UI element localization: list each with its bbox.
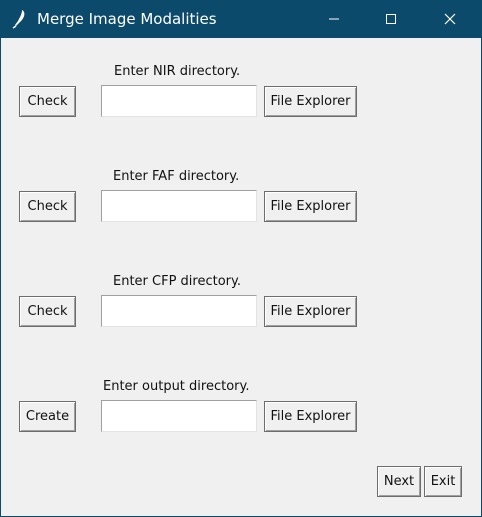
close-button[interactable] — [427, 0, 473, 38]
faf-file-explorer-button[interactable]: File Explorer — [264, 191, 357, 222]
exit-button[interactable]: Exit — [424, 466, 462, 497]
nir-file-explorer-button[interactable]: File Explorer — [264, 86, 357, 117]
app-window: Merge Image Modalities Enter NIR directo… — [0, 0, 482, 517]
faf-label: Enter FAF directory. — [113, 169, 240, 184]
next-button[interactable]: Next — [377, 466, 421, 497]
cfp-file-explorer-button[interactable]: File Explorer — [264, 296, 357, 327]
output-file-explorer-button[interactable]: File Explorer — [264, 401, 357, 432]
output-directory-input[interactable] — [101, 400, 257, 432]
cfp-label: Enter CFP directory. — [113, 274, 241, 289]
faf-directory-input[interactable] — [101, 190, 257, 222]
main-panel: Enter NIR directory. Check File Explorer… — [1, 38, 481, 516]
title-bar[interactable]: Merge Image Modalities — [0, 0, 482, 38]
check-faf-button[interactable]: Check — [19, 191, 76, 222]
close-icon — [444, 10, 456, 29]
nir-label: Enter NIR directory. — [114, 64, 241, 79]
check-cfp-button[interactable]: Check — [19, 296, 76, 327]
minimize-button[interactable] — [311, 0, 357, 38]
window-title: Merge Image Modalities — [37, 10, 217, 28]
check-nir-button[interactable]: Check — [19, 86, 76, 117]
feather-icon — [10, 9, 28, 29]
nir-directory-input[interactable] — [101, 85, 257, 117]
maximize-button[interactable] — [368, 0, 414, 38]
maximize-icon — [385, 10, 397, 29]
minimize-icon — [328, 10, 340, 29]
create-output-button[interactable]: Create — [19, 401, 76, 432]
cfp-directory-input[interactable] — [101, 295, 257, 327]
output-label: Enter output directory. — [103, 379, 250, 394]
